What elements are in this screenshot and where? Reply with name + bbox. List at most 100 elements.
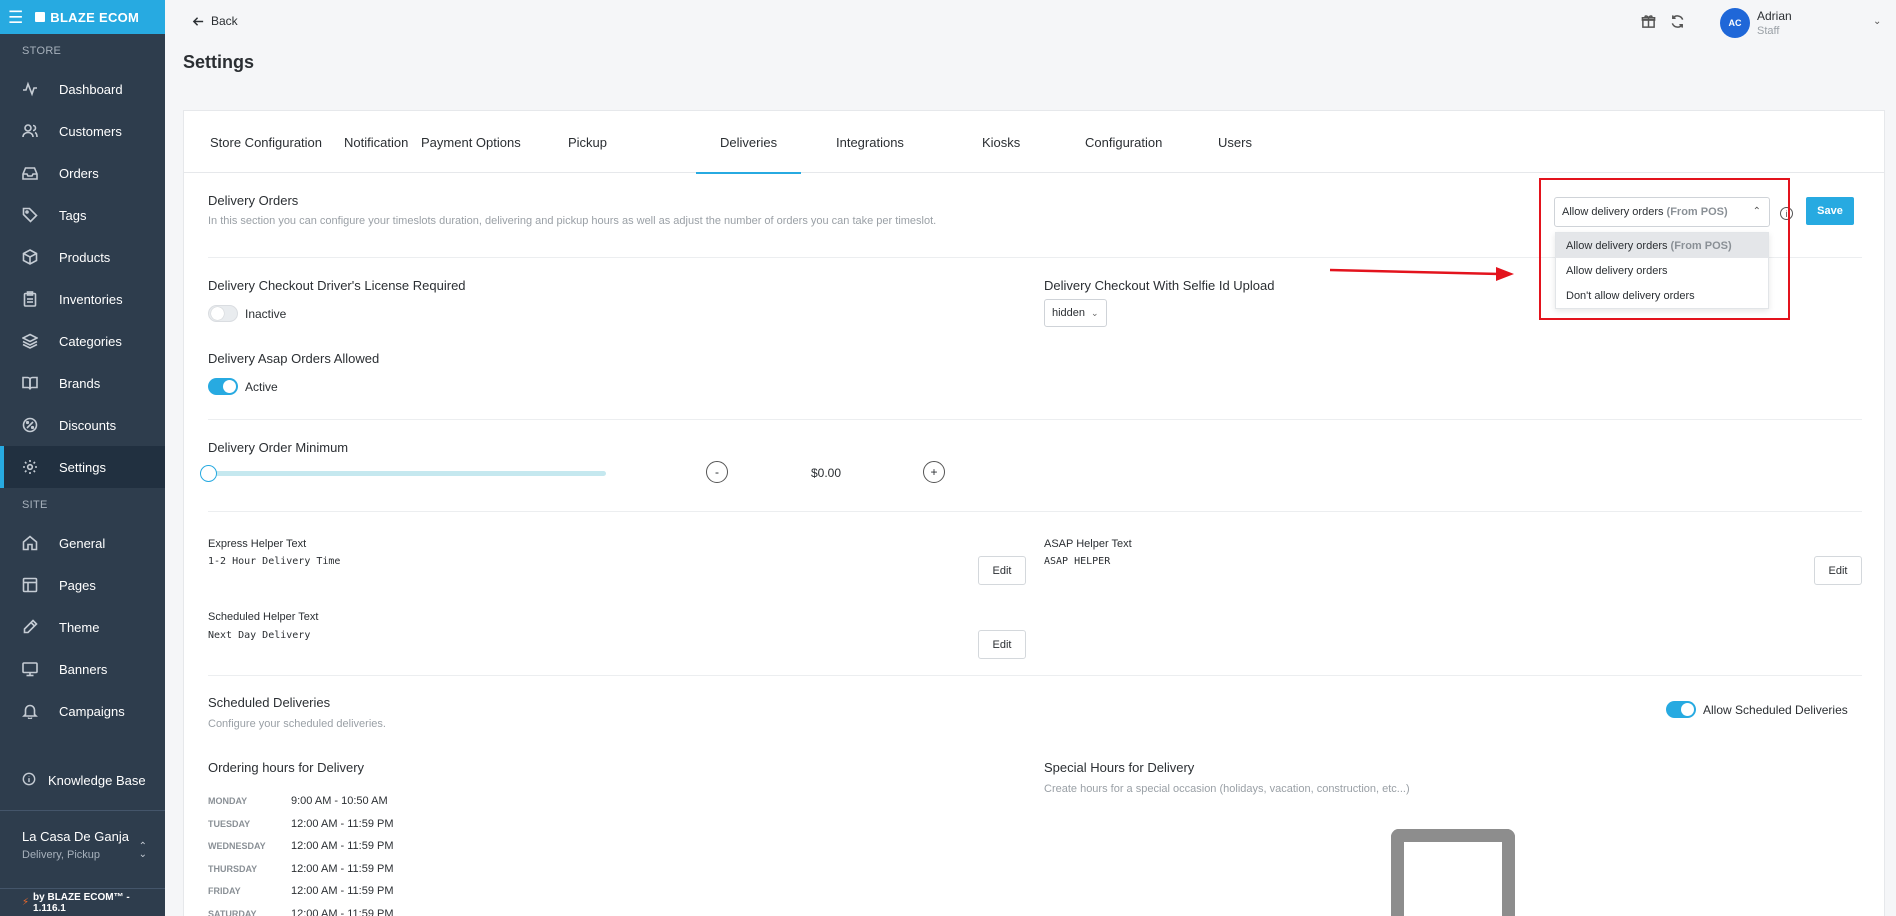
- brand-logo[interactable]: BLAZE ECOM: [35, 10, 139, 25]
- scheduled-deliveries-title: Scheduled Deliveries: [208, 695, 331, 710]
- tab-pickup[interactable]: Pickup: [568, 111, 607, 173]
- order-minimum-slider-handle[interactable]: [200, 465, 217, 482]
- scheduled-deliveries-desc: Configure your scheduled deliveries.: [208, 718, 386, 730]
- user-role: Staff: [1757, 25, 1780, 37]
- box-icon: [22, 249, 38, 265]
- asap-edit-button[interactable]: Edit: [1814, 556, 1862, 585]
- sidebar-item-brands[interactable]: Brands: [0, 362, 165, 404]
- express-edit-button[interactable]: Edit: [978, 556, 1026, 585]
- inbox-icon: [22, 165, 38, 181]
- home-icon: [22, 535, 38, 551]
- allow-scheduled-toggle[interactable]: [1666, 701, 1696, 718]
- hours-range: 9:00 AM - 10:50 AM: [291, 795, 388, 807]
- sidebar-item-label: Orders: [59, 165, 99, 181]
- sidebar-item-customers[interactable]: Customers: [0, 110, 165, 152]
- back-button[interactable]: Back: [192, 14, 238, 28]
- logo-mark-icon: [35, 12, 46, 22]
- sidebar-item-label: Theme: [59, 619, 100, 635]
- hours-day: FRIDAY: [208, 886, 241, 897]
- selfie-upload-select[interactable]: hidden ⌄: [1044, 299, 1107, 327]
- chevron-down-icon: ⌄: [1091, 307, 1099, 318]
- chevron-down-icon[interactable]: ⌄: [1873, 16, 1881, 27]
- toggle-knob: [211, 307, 224, 320]
- annotation-highlight-box: [1539, 178, 1790, 320]
- tab-notification[interactable]: Notification: [344, 111, 408, 173]
- layers-icon: [22, 333, 38, 349]
- special-hours-title: Special Hours for Delivery: [1044, 760, 1195, 775]
- minus-button[interactable]: -: [706, 461, 728, 483]
- knowledge-base-link[interactable]: Knowledge Base: [0, 760, 165, 800]
- tag-icon: [22, 207, 38, 223]
- sidebar-item-general[interactable]: General: [0, 522, 165, 564]
- sidebar-item-label: Campaigns: [59, 703, 125, 719]
- bolt-icon: ⚡: [22, 897, 30, 908]
- sidebar-item-campaigns[interactable]: Campaigns: [0, 690, 165, 732]
- sidebar-item-label: Products: [59, 249, 111, 265]
- order-minimum-slider-track[interactable]: [208, 471, 606, 476]
- divider: [208, 675, 1862, 676]
- tab-deliveries[interactable]: Deliveries: [695, 111, 802, 174]
- hamburger-menu-icon[interactable]: ☰: [8, 9, 23, 26]
- divider: [208, 511, 1862, 512]
- refresh-icon[interactable]: [1670, 14, 1685, 29]
- license-required-status: Inactive: [245, 306, 287, 321]
- sidebar-item-settings[interactable]: Settings: [0, 446, 165, 488]
- hours-day: TUESDAY: [208, 818, 251, 829]
- store-switcher[interactable]: La Casa De Ganja Delivery, Pickup ⌃ ⌄: [0, 810, 165, 888]
- plus-button[interactable]: +: [923, 461, 945, 483]
- book-icon: [22, 375, 38, 391]
- toggle-knob: [223, 380, 236, 393]
- sidebar-item-discounts[interactable]: Discounts: [0, 404, 165, 446]
- info-circle-icon: [22, 772, 36, 789]
- gear-icon: [22, 459, 38, 475]
- hours-range: 12:00 AM - 11:59 PM: [291, 885, 394, 898]
- sidebar-item-label: Discounts: [59, 417, 117, 433]
- sidebar-item-products[interactable]: Products: [0, 236, 165, 278]
- chevron-updown-icon: ⌃ ⌄: [138, 841, 147, 860]
- monitor-icon: [22, 661, 38, 677]
- hours-day: SATURDAY: [208, 909, 257, 916]
- sidebar-item-categories[interactable]: Categories: [0, 320, 165, 362]
- express-helper-value: 1-2 Hour Delivery Time: [208, 556, 341, 567]
- selfie-upload-title: Delivery Checkout With Selfie Id Upload: [1044, 278, 1275, 293]
- allow-scheduled-toggle-row: Allow Scheduled Deliveries: [1666, 701, 1848, 718]
- user-menu[interactable]: AC Adrian Staff: [1720, 8, 1792, 38]
- bell-icon: [22, 703, 38, 719]
- delivery-orders-title: Delivery Orders: [208, 193, 299, 208]
- user-name: Adrian: [1757, 9, 1792, 23]
- hours-range: 12:00 AM - 11:59 PM: [291, 817, 394, 830]
- sidebar-item-label: Brands: [59, 375, 101, 391]
- clipboard-icon: [22, 291, 38, 307]
- tab-configuration[interactable]: Configuration: [1085, 111, 1162, 173]
- sidebar-item-orders[interactable]: Orders: [0, 152, 165, 194]
- page-title: Settings: [183, 52, 255, 72]
- tab-integrations[interactable]: Integrations: [836, 111, 904, 173]
- sidebar-item-banners[interactable]: Banners: [0, 648, 165, 690]
- special-hours-desc: Create hours for a special occasion (hol…: [1044, 783, 1410, 795]
- avatar: AC: [1720, 8, 1750, 38]
- sidebar-item-pages[interactable]: Pages: [0, 564, 165, 606]
- tab-users[interactable]: Users: [1218, 111, 1252, 173]
- sidebar-item-dashboard[interactable]: Dashboard: [0, 68, 165, 110]
- divider: [208, 419, 1862, 420]
- arrow-left-icon: [192, 16, 204, 26]
- license-required-toggle[interactable]: [208, 305, 238, 322]
- hours-day: MONDAY: [208, 796, 248, 806]
- sidebar-item-label: Categories: [59, 333, 122, 349]
- asap-allowed-toggle-row: Active: [208, 378, 278, 395]
- layout-icon: [22, 577, 38, 593]
- sidebar-item-theme[interactable]: Theme: [0, 606, 165, 648]
- sidebar-item-label: Inventories: [59, 291, 123, 307]
- scheduled-edit-button[interactable]: Edit: [978, 630, 1026, 659]
- save-button[interactable]: Save: [1806, 197, 1854, 225]
- gift-icon[interactable]: [1641, 14, 1656, 29]
- sidebar-item-inventories[interactable]: Inventories: [0, 278, 165, 320]
- tab-kiosks[interactable]: Kiosks: [982, 111, 1020, 173]
- tab-store-configuration[interactable]: Store Configuration: [210, 111, 322, 173]
- asap-allowed-toggle[interactable]: [208, 378, 238, 395]
- tab-payment-options[interactable]: Payment Options: [421, 111, 521, 173]
- sidebar-item-tags[interactable]: Tags: [0, 194, 165, 236]
- scheduled-helper-value: Next Day Delivery: [208, 630, 311, 641]
- percent-icon: [22, 417, 38, 433]
- sidebar: ☰ BLAZE ECOM STORE Dashboard Customers Ord…: [0, 0, 165, 916]
